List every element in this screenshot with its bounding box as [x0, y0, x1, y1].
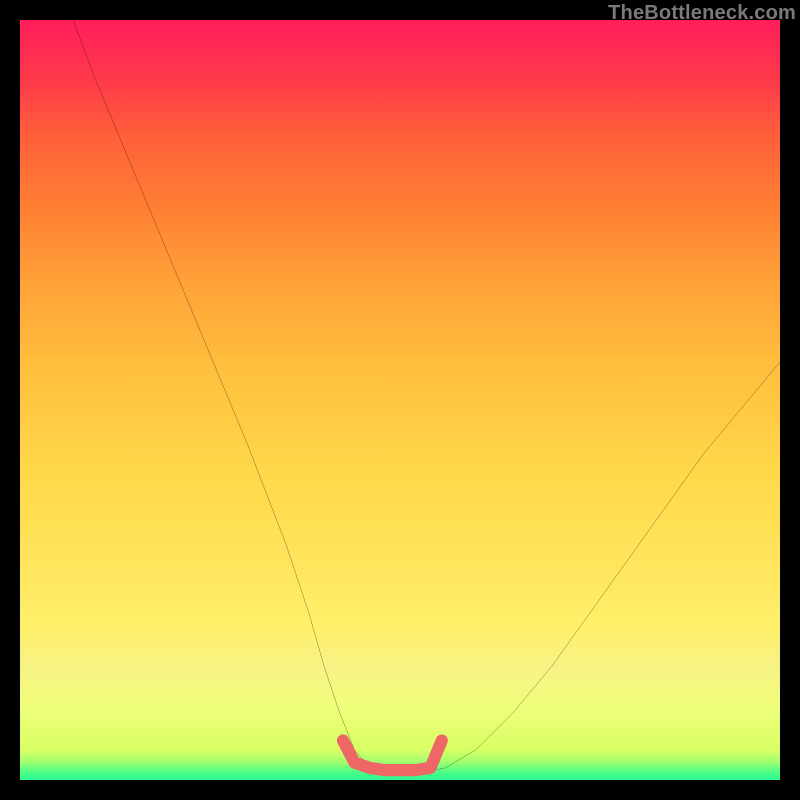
chart-frame: TheBottleneck.com	[0, 0, 800, 800]
curve-line	[73, 20, 780, 771]
highlight-line	[343, 740, 442, 770]
chart-svg	[20, 20, 780, 780]
attribution-label: TheBottleneck.com	[608, 2, 796, 25]
plot-area	[20, 20, 780, 780]
